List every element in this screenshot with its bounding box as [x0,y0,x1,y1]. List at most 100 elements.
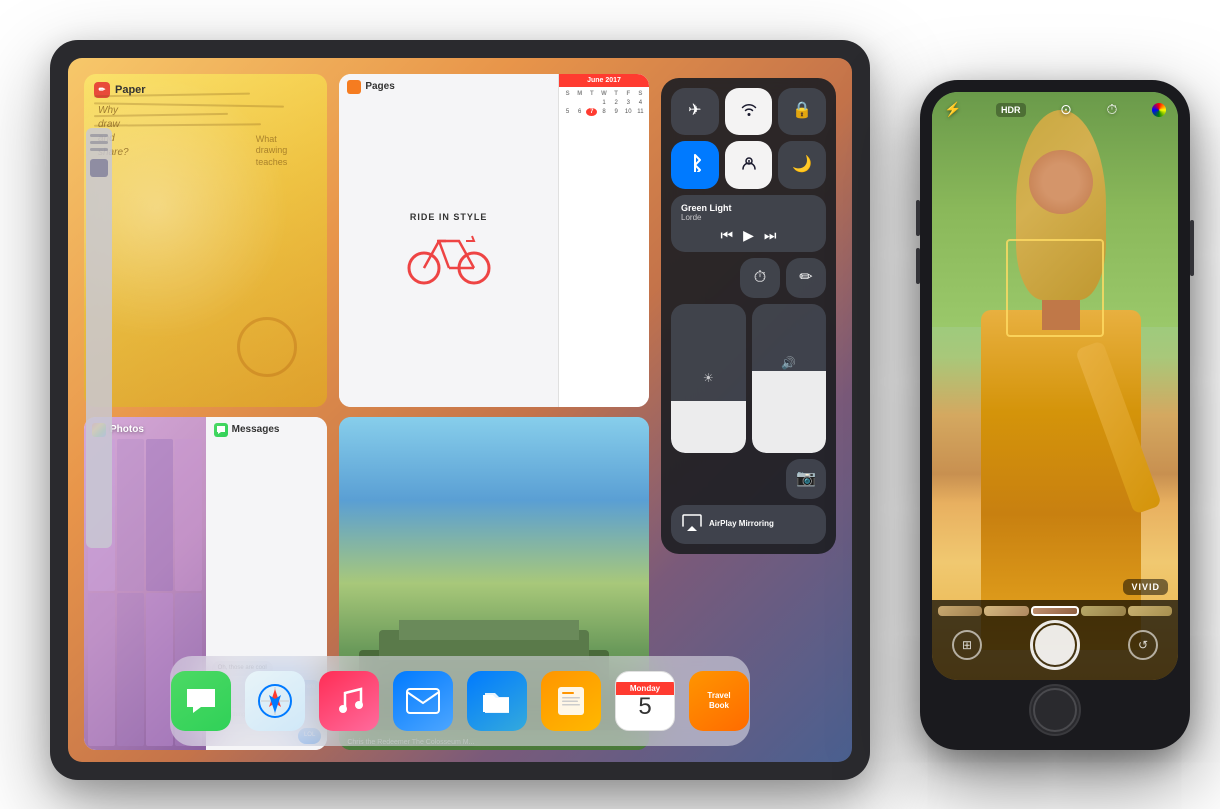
cal-day [586,99,597,107]
control-center-panel: ✈ [661,74,836,750]
wifi-icon [741,102,757,120]
sidebar-line-2 [90,141,108,144]
cal-day: 5 [562,108,573,116]
dock-pages[interactable] [541,671,601,731]
scene: ✏ Paper Whydrawandshare? [20,20,1200,790]
cc-airdrop-btn[interactable] [725,141,773,189]
camera-icon: 📷 [796,471,816,487]
control-center: ✈ [661,78,836,554]
cal-col-m: M [574,90,585,98]
iphone-device: ⚡ HDR ⊙ ⏱ VIVID [920,80,1190,750]
dock-mail[interactable] [393,671,453,731]
flash-icon[interactable]: ⚡ [944,101,961,118]
dock-files[interactable] [467,671,527,731]
filmstrip: ⊞ ↺ [932,600,1178,680]
home-button[interactable] [1029,684,1081,736]
messages-label: Messages [214,423,280,437]
volume-up-button[interactable] [916,200,920,236]
dock-travel[interactable]: TravelBook [689,671,749,731]
pages-calendar-card[interactable]: Pages RIDE IN STYLE [339,74,649,407]
bluetooth-icon [689,154,701,176]
travel-label: TravelBook [704,691,733,710]
shutter-button[interactable] [1030,620,1080,670]
music-artist: Lorde [681,213,816,222]
photo-thumb [175,439,202,592]
color-filter-icon[interactable] [1152,103,1166,117]
thumbnail-5[interactable] [1128,606,1172,616]
power-button[interactable] [1190,220,1194,276]
cc-airplane-btn[interactable]: ✈ [671,88,719,136]
cc-moon-btn[interactable]: 🌙 [778,141,826,189]
home-button-ring [1033,688,1077,732]
pages-dock-icon [556,685,586,717]
cal-day: 1 [598,99,609,107]
volume-slider[interactable]: 🔊 [752,304,827,453]
last-photo-icon: ⊞ [962,638,972,652]
screen-lock-icon: 🔒 [792,103,812,119]
cc-timer-btn[interactable]: ⏱ [740,258,780,298]
cal-col-t: T [586,90,597,98]
calendar-section: June 2017 S M T W T F S [559,74,649,407]
cc-wifi-btn[interactable] [725,88,773,136]
thumbnail-1[interactable] [938,606,982,616]
airdrop-icon [741,155,757,175]
messages-title: Messages [232,424,280,435]
volume-down-button[interactable] [916,248,920,284]
safari-icon [257,683,293,719]
live-photo-icon[interactable]: ⊙ [1060,101,1072,118]
last-photo-btn[interactable]: ⊞ [952,630,982,660]
dock-messages[interactable] [171,671,231,731]
dock-calendar[interactable]: Monday 5 [615,671,675,731]
cc-edit-btn[interactable]: ✏ [786,258,826,298]
focus-square [1006,239,1104,337]
edit-icon: ✏ [799,270,812,286]
cal-day: 2 [611,99,622,107]
cal-day: 11 [635,108,646,116]
rewind-icon[interactable]: ⏮ [721,227,734,244]
cal-col-s: S [562,90,573,98]
land-peak [399,620,579,640]
brightness-slider[interactable]: ☀ [671,304,746,453]
cc-camera-btn[interactable]: 📷 [786,459,826,499]
cal-day: 3 [623,99,634,107]
cal-day: 4 [635,99,646,107]
pages-title: Pages [365,81,394,92]
paper-card[interactable]: ✏ Paper Whydrawandshare? [84,74,327,407]
iphone-screen: ⚡ HDR ⊙ ⏱ VIVID [932,92,1178,680]
flip-camera-btn[interactable]: ↺ [1128,630,1158,660]
cal-day-today: 7 [586,108,597,116]
calendar-content: Monday 5 [616,682,674,719]
cc-sliders: ☀ 🔊 [671,304,826,453]
sidebar-line-3 [90,148,108,151]
fast-forward-icon[interactable]: ⏭ [764,227,777,244]
paper-text-what: Whatdrawingteaches [256,134,288,169]
ipad-content: ✏ Paper Whydrawandshare? [68,58,852,762]
messages-icon [183,683,219,719]
thumbnail-4[interactable] [1081,606,1125,616]
dock-music[interactable] [319,671,379,731]
cc-row-1: ✈ [671,88,826,136]
ipad-screen: ✏ Paper Whydrawandshare? [68,58,852,762]
pages-headline: RIDE IN STYLE [404,212,494,222]
cc-airplay-btn[interactable]: AirPlay Mirroring [671,505,826,544]
photo-thumb [117,593,144,746]
cal-day: 6 [574,108,585,116]
timer-icon[interactable]: ⏱ [1106,101,1117,118]
sidebar-icon [90,159,108,177]
brightness-fill [671,401,746,453]
cc-spacer [671,258,734,298]
cards-main-column: Pages RIDE IN STYLE [339,74,649,750]
sketch-circle [237,317,297,377]
hdr-label[interactable]: HDR [996,103,1026,117]
calendar-header: June 2017 [559,74,649,87]
ipad-device: ✏ Paper Whydrawandshare? [50,40,870,780]
cc-screen-lock-btn[interactable]: 🔒 [778,88,826,136]
cc-spacer-2 [671,459,780,499]
dock-safari[interactable] [245,671,305,731]
thumbnail-3-selected[interactable] [1031,606,1079,616]
pages-content: RIDE IN STYLE [339,96,558,407]
cc-bluetooth-btn[interactable] [671,141,719,189]
cc-music-widget[interactable]: Green Light Lorde ⏮ ▶ ⏭ [671,195,826,252]
play-icon[interactable]: ▶ [743,227,754,244]
thumbnail-2[interactable] [984,606,1028,616]
